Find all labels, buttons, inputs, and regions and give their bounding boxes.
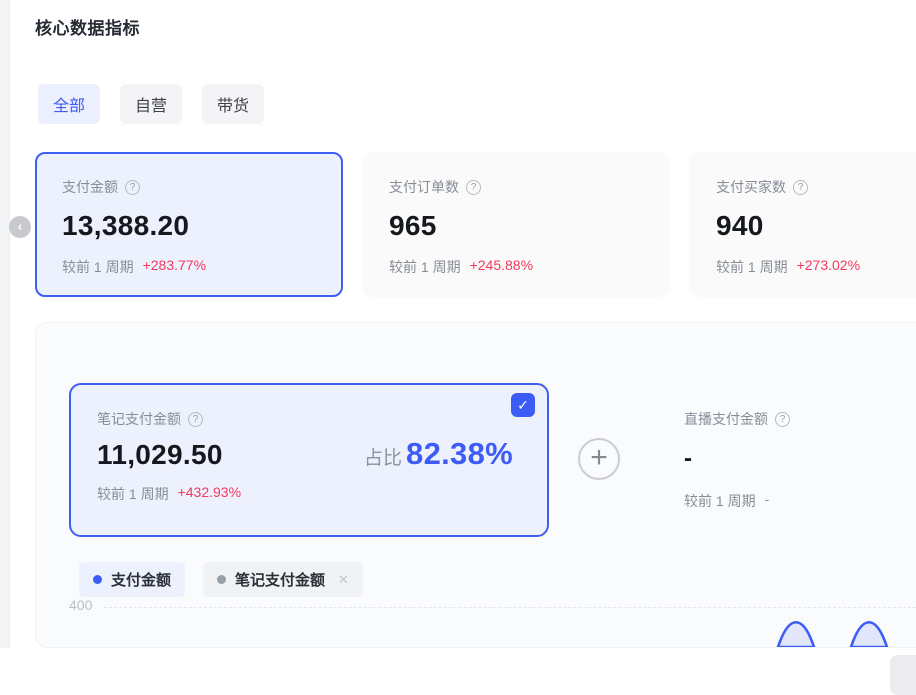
add-metric-button[interactable]: + (578, 438, 620, 480)
metric-label: 支付金额 (62, 177, 118, 197)
metric-card-payment-amount[interactable]: 支付金额 ? 13,388.20 较前 1 周期 +283.77% (35, 152, 343, 297)
area-chart-fragment (36, 613, 916, 647)
y-axis-tick: 400 (69, 597, 92, 613)
compare-label: 较前 1 周期 (97, 484, 169, 504)
change-value: +432.93% (178, 484, 241, 504)
scope-tabs: 全部 自营 带货 (38, 84, 264, 124)
metric-label: 支付买家数 (716, 177, 786, 197)
help-icon[interactable]: ? (466, 180, 481, 195)
close-icon[interactable]: ✕ (338, 572, 349, 588)
legend-item-note-payment-amount[interactable]: 笔记支付金额 ✕ (203, 562, 363, 597)
metric-value: 965 (389, 210, 643, 242)
help-icon[interactable]: ? (793, 180, 808, 195)
metric-value: 940 (716, 210, 916, 242)
ratio-label: 占比 (364, 443, 402, 470)
breakdown-card-live-payment[interactable]: 直播支付金额 ? - 较前 1 周期 - (656, 383, 916, 537)
ratio-value: 82.38% (406, 436, 513, 472)
compare-label: 较前 1 周期 (389, 257, 461, 277)
help-icon[interactable]: ? (775, 412, 790, 427)
help-icon[interactable]: ? (188, 412, 203, 427)
legend-label: 笔记支付金额 (235, 569, 325, 590)
chevron-left-icon: ‹ (18, 219, 23, 233)
check-icon: ✓ (517, 397, 529, 414)
ratio-block: 占比 82.38% (364, 436, 513, 472)
metric-value: 11,029.50 (97, 439, 223, 471)
legend-item-payment-amount[interactable]: 支付金额 (79, 562, 185, 597)
change-value: +245.88% (470, 257, 533, 277)
carousel-prev-button[interactable]: ‹ (9, 216, 31, 238)
breakdown-panel: ✓ 笔记支付金额 ? 11,029.50 占比 82.38% 较前 1 周期 +… (35, 322, 916, 648)
tab-self-operated[interactable]: 自营 (120, 84, 182, 124)
gridline (104, 607, 916, 608)
floating-widget[interactable] (890, 655, 916, 695)
series-dot-gray (217, 575, 226, 584)
metric-card-row: 支付金额 ? 13,388.20 较前 1 周期 +283.77% 支付订单数 … (35, 152, 916, 297)
legend-label: 支付金额 (111, 569, 171, 590)
series-dot-blue (93, 575, 102, 584)
metric-label: 直播支付金额 (684, 409, 768, 429)
tab-affiliate[interactable]: 带货 (202, 84, 264, 124)
metric-value: - (684, 445, 916, 473)
change-value: +283.77% (143, 257, 206, 277)
metric-card-order-count[interactable]: 支付订单数 ? 965 较前 1 周期 +245.88% (362, 152, 670, 297)
chart-legend: 支付金额 笔记支付金额 ✕ (79, 562, 363, 597)
metric-label: 支付订单数 (389, 177, 459, 197)
change-value: +273.02% (797, 257, 860, 277)
metric-label: 笔记支付金额 (97, 409, 181, 429)
tab-all[interactable]: 全部 (38, 84, 100, 124)
help-icon[interactable]: ? (125, 180, 140, 195)
metric-value: 13,388.20 (62, 210, 316, 242)
checkbox-checked[interactable]: ✓ (511, 393, 535, 417)
plus-icon: + (590, 443, 608, 473)
metric-card-buyer-count[interactable]: 支付买家数 ? 940 较前 1 周期 +273.02% (689, 152, 916, 297)
compare-label: 较前 1 周期 (716, 257, 788, 277)
page-title: 核心数据指标 (35, 14, 140, 39)
breakdown-card-note-payment[interactable]: ✓ 笔记支付金额 ? 11,029.50 占比 82.38% 较前 1 周期 +… (69, 383, 549, 537)
compare-label: 较前 1 周期 (684, 491, 756, 511)
change-value: - (765, 491, 770, 511)
compare-label: 较前 1 周期 (62, 257, 134, 277)
page-gutter (0, 0, 10, 648)
